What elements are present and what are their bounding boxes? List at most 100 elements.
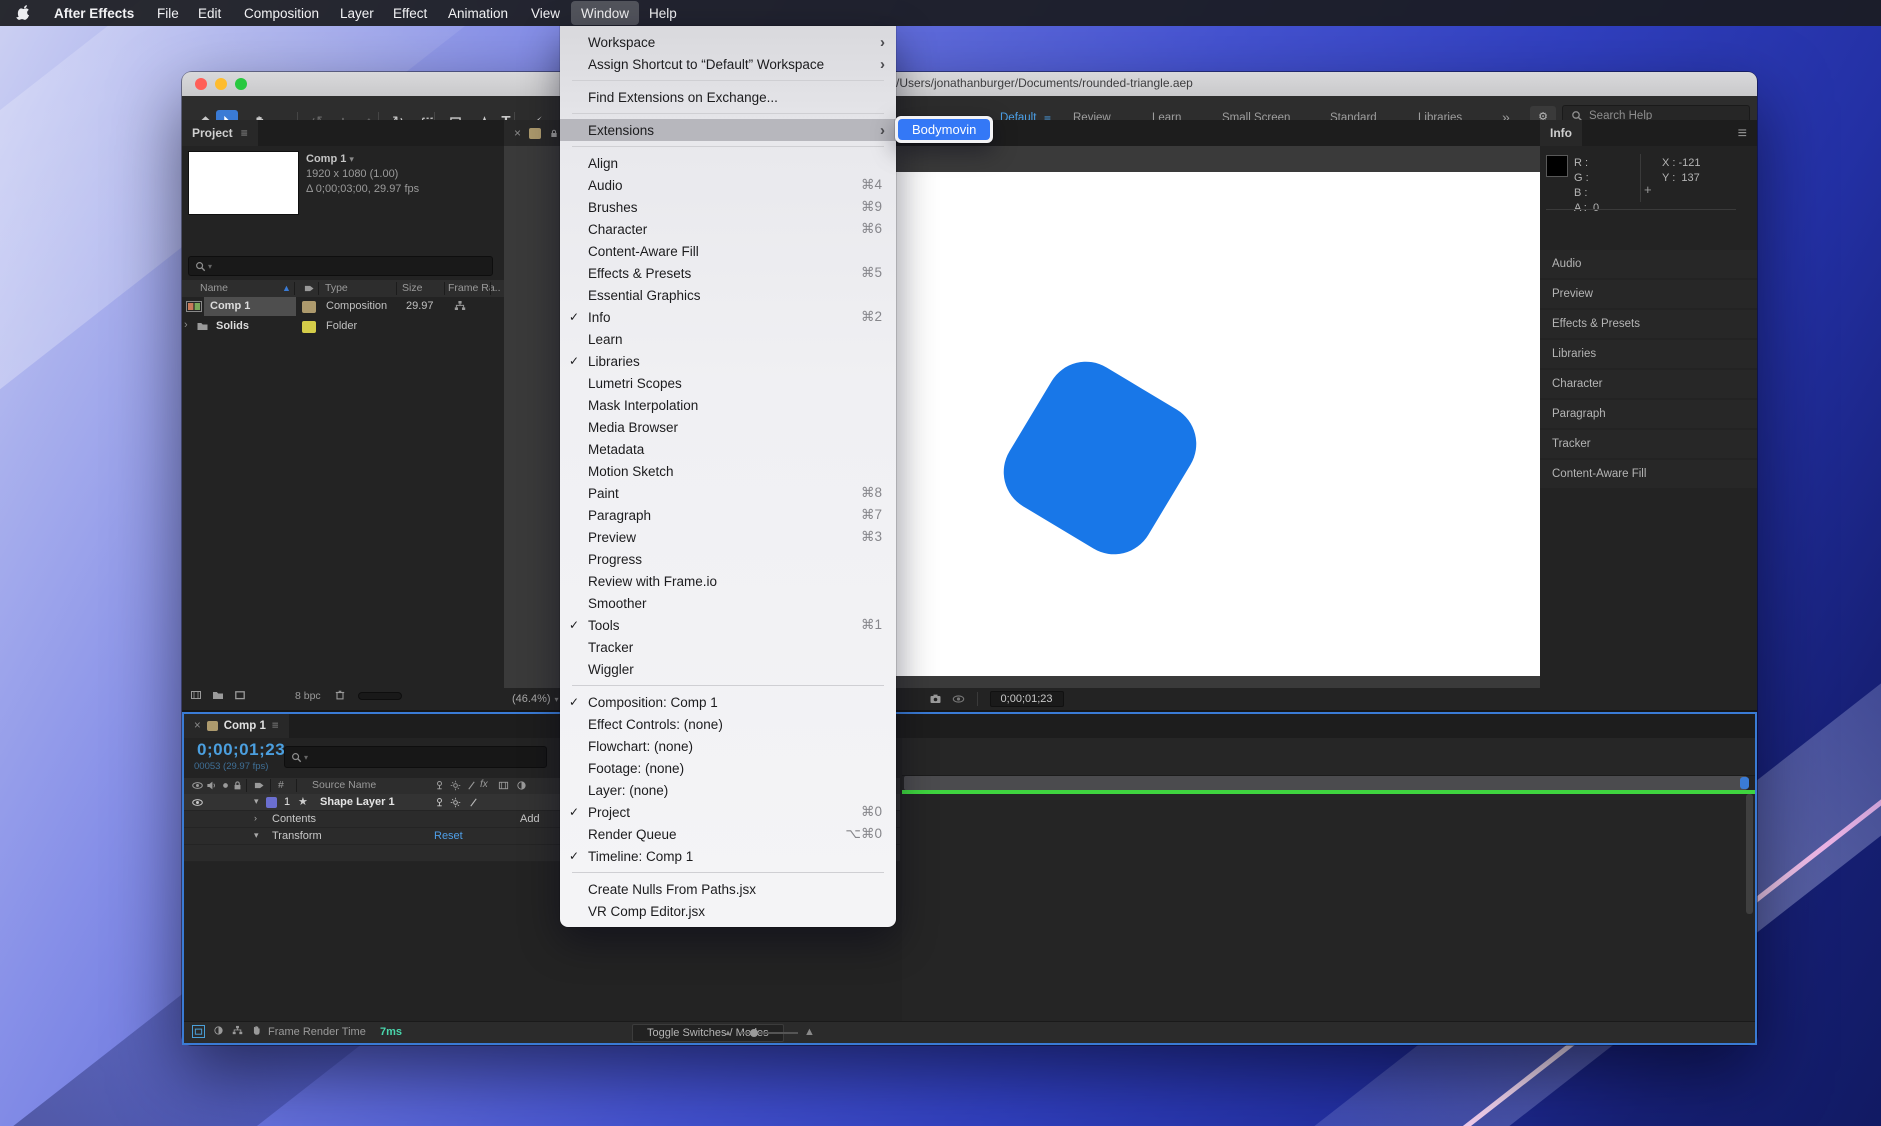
current-timecode[interactable]: 0;00;01;23 bbox=[197, 740, 285, 760]
time-ruler[interactable] bbox=[902, 738, 1755, 776]
timeline-footer-icons[interactable] bbox=[192, 1025, 262, 1038]
menu-item-info[interactable]: ✓Info⌘2 bbox=[560, 306, 896, 328]
switch-sun-icon[interactable] bbox=[450, 780, 461, 791]
project-row-solids[interactable]: ›SolidsFolder bbox=[182, 317, 504, 337]
switch-sun-icon[interactable] bbox=[450, 797, 461, 808]
reset-link[interactable]: Reset bbox=[434, 830, 463, 842]
menu-item-footage-none-[interactable]: Footage: (none) bbox=[560, 757, 896, 779]
tab-timeline-comp1[interactable]: × Comp 1 ≡ bbox=[184, 714, 289, 738]
label-color-swatch[interactable] bbox=[302, 301, 316, 313]
menu-item-smoother[interactable]: Smoother bbox=[560, 592, 896, 614]
menu-item-brushes[interactable]: Brushes⌘9 bbox=[560, 196, 896, 218]
timeline-track-area[interactable] bbox=[902, 738, 1755, 1021]
switch-anchor-icon[interactable] bbox=[434, 797, 445, 808]
timeline-search-field[interactable]: ▾ bbox=[284, 746, 547, 768]
menu-item-effect-controls-none-[interactable]: Effect Controls: (none) bbox=[560, 713, 896, 735]
flowchart-icon[interactable] bbox=[454, 300, 466, 312]
menu-item-extensions[interactable]: Extensions› bbox=[560, 119, 896, 141]
project-footer-icons[interactable] bbox=[190, 689, 246, 701]
tab-info[interactable]: Info bbox=[1540, 120, 1582, 146]
menu-item-preview[interactable]: Preview⌘3 bbox=[560, 526, 896, 548]
panel-menu-icon[interactable]: ≡ bbox=[241, 126, 248, 140]
minimize-window-button[interactable] bbox=[215, 78, 227, 90]
switch-slash-icon[interactable] bbox=[468, 797, 479, 808]
switch-fx-icon[interactable]: fx bbox=[480, 779, 488, 790]
bit-depth-label[interactable]: 8 bpc bbox=[295, 690, 321, 702]
project-scrollbar[interactable] bbox=[358, 692, 402, 700]
project-column-headers[interactable]: NameTypeSizeFrame Ra..▲ bbox=[182, 280, 504, 297]
menu-item-project[interactable]: ✓Project⌘0 bbox=[560, 801, 896, 823]
menu-item-tools[interactable]: ✓Tools⌘1 bbox=[560, 614, 896, 636]
column-header-size[interactable]: Size bbox=[402, 282, 422, 294]
menubar-item-effect[interactable]: Effect bbox=[383, 0, 437, 26]
expand-chevron-icon[interactable]: ▾ bbox=[254, 796, 259, 807]
timeline-zoom-slider[interactable] bbox=[740, 1032, 798, 1034]
switch-film-icon[interactable] bbox=[498, 780, 509, 791]
menu-item-wiggler[interactable]: Wiggler bbox=[560, 658, 896, 680]
eye-icon[interactable] bbox=[192, 797, 203, 808]
menu-item-layer-none-[interactable]: Layer: (none) bbox=[560, 779, 896, 801]
menu-item-learn[interactable]: Learn bbox=[560, 328, 896, 350]
stacked-panel-paragraph[interactable]: Paragraph bbox=[1540, 400, 1757, 428]
close-tab-icon[interactable]: × bbox=[194, 720, 201, 732]
show-channel-icon[interactable] bbox=[952, 693, 965, 705]
close-window-button[interactable] bbox=[195, 78, 207, 90]
menu-item-find-extensions-on-exchange-[interactable]: Find Extensions on Exchange... bbox=[560, 86, 896, 108]
comp-timecode[interactable]: 0;00;01;23 bbox=[990, 691, 1064, 707]
menu-item-essential-graphics[interactable]: Essential Graphics bbox=[560, 284, 896, 306]
layer-color-swatch[interactable] bbox=[266, 797, 277, 808]
menu-item-workspace[interactable]: Workspace› bbox=[560, 31, 896, 53]
sort-arrow-icon[interactable]: ▲ bbox=[282, 283, 291, 293]
close-tab-icon[interactable]: × bbox=[514, 126, 521, 140]
menu-item-content-aware-fill[interactable]: Content-Aware Fill bbox=[560, 240, 896, 262]
column-header-name[interactable]: Name bbox=[200, 282, 228, 294]
snapshot-icon[interactable] bbox=[929, 693, 942, 705]
menubar-item-animation[interactable]: Animation bbox=[438, 0, 518, 26]
menubar-item-after-effects[interactable]: After Effects bbox=[44, 0, 144, 26]
menu-item-timeline-comp-1[interactable]: ✓Timeline: Comp 1 bbox=[560, 845, 896, 867]
comp-color-swatch[interactable] bbox=[529, 128, 541, 139]
project-row-comp-1[interactable]: Comp 1Composition29.97 bbox=[182, 297, 504, 317]
menu-item-media-browser[interactable]: Media Browser bbox=[560, 416, 896, 438]
timeline-vertical-scrollbar[interactable] bbox=[1746, 794, 1753, 914]
timeline-zoom-slider-thumb[interactable] bbox=[750, 1029, 758, 1037]
stacked-panel-effects-presets[interactable]: Effects & Presets bbox=[1540, 310, 1757, 338]
eye-column-icon[interactable] bbox=[192, 780, 203, 791]
menu-item-create-nulls-from-paths-jsx[interactable]: Create Nulls From Paths.jsx bbox=[560, 878, 896, 900]
menu-item-lumetri-scopes[interactable]: Lumetri Scopes bbox=[560, 372, 896, 394]
menu-item-align[interactable]: Align bbox=[560, 152, 896, 174]
menu-item-flowchart-none-[interactable]: Flowchart: (none) bbox=[560, 735, 896, 757]
menubar-item-window[interactable]: Window bbox=[571, 1, 639, 25]
menu-item-composition-comp-1[interactable]: ✓Composition: Comp 1 bbox=[560, 691, 896, 713]
stacked-panel-content-aware-fill[interactable]: Content-Aware Fill bbox=[1540, 460, 1757, 488]
menu-item-motion-sketch[interactable]: Motion Sketch bbox=[560, 460, 896, 482]
menubar-item-file[interactable]: File bbox=[147, 0, 189, 26]
menu-item-effects-presets[interactable]: Effects & Presets⌘5 bbox=[560, 262, 896, 284]
expand-chevron-icon[interactable]: ▾ bbox=[254, 830, 259, 841]
menu-item-assign-shortcut-to-default-workspace[interactable]: Assign Shortcut to “Default” Workspace› bbox=[560, 53, 896, 75]
zoom-in-mountains-icon[interactable]: ▲ bbox=[804, 1026, 815, 1038]
stacked-panel-preview[interactable]: Preview bbox=[1540, 280, 1757, 308]
lock-icon[interactable] bbox=[549, 128, 559, 139]
lock-column-icon[interactable] bbox=[232, 780, 243, 791]
zoom-level-dropdown[interactable]: (46.4%) bbox=[512, 693, 551, 705]
menu-item-review-with-frame-io[interactable]: Review with Frame.io bbox=[560, 570, 896, 592]
tag-column-icon[interactable] bbox=[254, 780, 265, 791]
menu-item-render-queue[interactable]: Render Queue⌥⌘0 bbox=[560, 823, 896, 845]
menu-item-audio[interactable]: Audio⌘4 bbox=[560, 174, 896, 196]
work-area-end-handle[interactable] bbox=[1740, 777, 1749, 789]
stacked-panel-audio[interactable]: Audio bbox=[1540, 250, 1757, 278]
expand-chevron-icon[interactable]: › bbox=[254, 813, 257, 823]
zoom-window-button[interactable] bbox=[235, 78, 247, 90]
speaker-column-icon[interactable] bbox=[206, 780, 217, 791]
menu-item-metadata[interactable]: Metadata bbox=[560, 438, 896, 460]
menu-item-progress[interactable]: Progress bbox=[560, 548, 896, 570]
panel-menu-icon[interactable]: ≡ bbox=[272, 720, 279, 732]
comp-thumbnail[interactable] bbox=[188, 151, 299, 215]
tab-project[interactable]: Project ≡ bbox=[182, 120, 258, 146]
apple-menu-icon[interactable] bbox=[16, 4, 31, 21]
label-color-swatch[interactable] bbox=[302, 321, 316, 333]
zoom-out-mountains-icon[interactable]: ▲ bbox=[724, 1028, 732, 1037]
stacked-panel-libraries[interactable]: Libraries bbox=[1540, 340, 1757, 368]
expand-chevron-icon[interactable]: › bbox=[184, 319, 188, 331]
